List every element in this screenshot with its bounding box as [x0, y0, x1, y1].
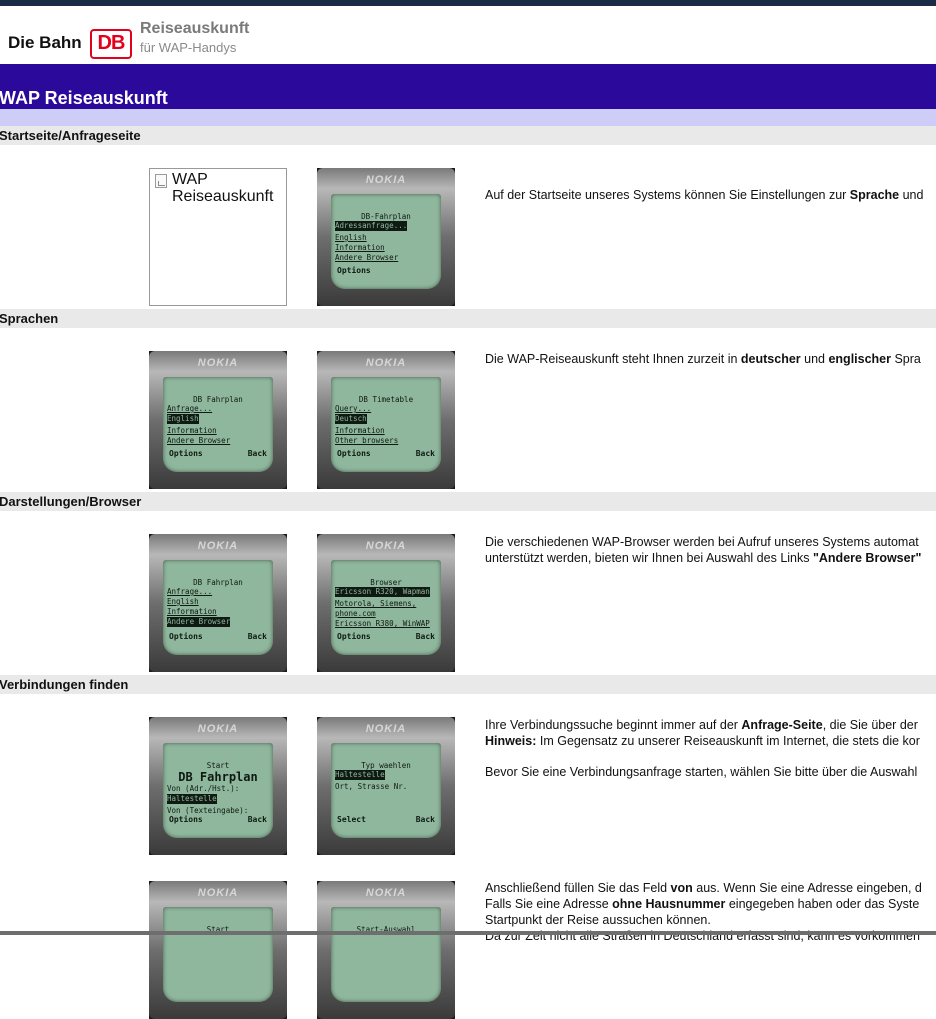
section-bar-languages: Sprachen	[0, 309, 936, 328]
phone-menu-item: Query...	[335, 404, 372, 413]
phone-screenshot-lang-en: NOKIA DB Timetable Query... Deutsch Info…	[317, 351, 455, 489]
phone-display: DB Fahrplan Anfrage... English Informati…	[163, 377, 273, 472]
phone-field-value: Haltestelle	[167, 794, 217, 804]
description-start: Auf der Startseite unseres Systems könne…	[485, 188, 924, 202]
phone-menu-item: Anfrage...	[167, 587, 213, 596]
phone-brand: NOKIA	[365, 174, 407, 186]
section-title-start: Startseite/Anfrageseite	[0, 128, 141, 143]
phone-display: Typ waehlen Haltestelle Ort, Strasse Nr.…	[331, 743, 441, 838]
section-bar-browsers: Darstellungen/Browser	[0, 492, 936, 511]
description-browsers: Die verschiedenen WAP-Browser werden bei…	[485, 535, 922, 565]
phone-menu-header: DB Fahrplan	[193, 578, 243, 587]
phone-screenshot-start: NOKIA DB-Fahrplan Adressanfrage... Engli…	[317, 168, 455, 306]
phone-screenshot-start-form: NOKIA Start DB Fahrplan Von (Adr./Hst.):…	[149, 717, 287, 855]
phone-screenshot-start-2: NOKIA Start	[149, 881, 287, 1019]
description-languages: Die WAP-Reiseauskunft steht Ihnen zurzei…	[485, 352, 921, 366]
softkey-left: Options	[169, 632, 203, 641]
phone-menu-item: Information	[167, 426, 217, 435]
phone-menu-header: Start	[206, 761, 230, 770]
phone-menu-item: Ericsson R320, Wapman	[335, 587, 430, 597]
phone-menu-item: Information	[335, 426, 385, 435]
softkey-left: Options	[337, 266, 371, 275]
phone-menu-item: Andere Browser	[335, 253, 399, 262]
phone-menu-item: Information	[167, 607, 217, 616]
broken-image-placeholder: WAP Reiseauskunft	[149, 168, 287, 306]
softkey-right: Back	[247, 449, 267, 458]
page-title: WAP Reiseauskunft	[0, 88, 168, 108]
phone-menu-item: phone.com	[335, 609, 376, 618]
phone-field-label: Von (Adr./Hst.):	[167, 784, 240, 793]
phone-brand: NOKIA	[365, 723, 407, 735]
softkey-left: Options	[169, 449, 203, 458]
softkey-right: Back	[415, 815, 435, 824]
phone-screenshot-browser-menu: NOKIA DB Fahrplan Anfrage... English Inf…	[149, 534, 287, 672]
phone-screenshot-browser-list: NOKIA Browser Ericsson R320, Wapman Moto…	[317, 534, 455, 672]
broken-image-icon	[155, 174, 167, 188]
phone-display: DB Fahrplan Anfrage... English Informati…	[163, 560, 273, 655]
phone-screenshot-type-select: NOKIA Typ waehlen Haltestelle Ort, Stras…	[317, 717, 455, 855]
phone-menu-item: Anfrage...	[167, 404, 213, 413]
service-title: Reiseauskunft	[140, 20, 250, 37]
db-logo-icon[interactable]: DB	[90, 29, 132, 59]
softkey-left: Options	[337, 632, 371, 641]
softkey-right: Back	[415, 632, 435, 641]
phone-menu-header: Typ waehlen	[361, 761, 411, 770]
phone-screenshot-lang-de: NOKIA DB Fahrplan Anfrage... English Inf…	[149, 351, 287, 489]
phone-menu-item: Ort, Strasse Nr.	[335, 782, 408, 791]
section-title-browsers: Darstellungen/Browser	[0, 494, 142, 509]
phone-menu-item: Ericsson R380, WinWAP	[335, 619, 430, 628]
section-title-connections: Verbindungen finden	[0, 677, 129, 692]
softkey-right: Back	[415, 449, 435, 458]
phone-menu-item: Adressanfrage...	[335, 221, 408, 231]
phone-menu-header: Browser	[370, 578, 402, 587]
andere-browser-link-reference: "Andere Browser"	[812, 551, 922, 565]
site-header: Die Bahn DB Reiseauskunft für WAP-Handys	[0, 6, 936, 64]
banner-strip	[0, 109, 936, 126]
phone-menu-item: Andere Browser	[167, 617, 231, 627]
window-bottom-edge	[0, 931, 936, 935]
phone-menu-item: Andere Browser	[167, 436, 231, 445]
phone-display: DB Timetable Query... Deutsch Informatio…	[331, 377, 441, 472]
phone-brand: NOKIA	[197, 357, 239, 369]
description-connections: Ihre Verbindungssuche beginnt immer auf …	[485, 718, 920, 779]
phone-brand: NOKIA	[197, 887, 239, 899]
phone-menu-header: DB Fahrplan	[193, 395, 243, 404]
page-banner: WAP Reiseauskunft	[0, 64, 936, 109]
phone-menu-item: Haltestelle	[335, 770, 385, 780]
section-bar-start: Startseite/Anfrageseite	[0, 126, 936, 145]
phone-menu-item: Information	[335, 243, 385, 252]
placeholder-alt-line1: WAP	[172, 171, 208, 188]
phone-brand: NOKIA	[365, 887, 407, 899]
phone-menu-header: DB-Fahrplan	[361, 212, 411, 221]
phone-menu-item: English	[167, 414, 199, 424]
softkey-right: Back	[247, 815, 267, 824]
section-bar-connections: Verbindungen finden	[0, 675, 936, 694]
phone-brand: NOKIA	[197, 723, 239, 735]
phone-display: Start-Auswahl	[331, 907, 441, 1002]
brand-name: Die Bahn	[8, 33, 82, 52]
phone-menu-item: Motorola, Siemens,	[335, 599, 417, 608]
phone-display: Start DB Fahrplan Von (Adr./Hst.): Halte…	[163, 743, 273, 838]
phone-display: DB-Fahrplan Adressanfrage... English Inf…	[331, 194, 441, 289]
phone-menu-item: Other browsers	[335, 436, 399, 445]
softkey-left: Options	[169, 815, 203, 824]
phone-display: Start	[163, 907, 273, 1002]
phone-screenshot-start-choice: NOKIA Start-Auswahl	[317, 881, 455, 1019]
phone-menu-item: English	[335, 233, 367, 242]
phone-brand: NOKIA	[197, 540, 239, 552]
softkey-right: Back	[247, 632, 267, 641]
softkey-left: Select	[337, 815, 366, 824]
phone-display: Browser Ericsson R320, Wapman Motorola, …	[331, 560, 441, 655]
placeholder-alt-line2: Reiseauskunft	[172, 188, 274, 205]
phone-display-title: DB Fahrplan	[178, 770, 258, 784]
phone-brand: NOKIA	[365, 357, 407, 369]
service-subtitle: für WAP-Handys	[140, 40, 237, 55]
section-title-languages: Sprachen	[0, 311, 59, 326]
softkey-left: Options	[337, 449, 371, 458]
phone-brand: NOKIA	[365, 540, 407, 552]
phone-menu-item: English	[167, 597, 199, 606]
phone-menu-item: Deutsch	[335, 414, 367, 424]
phone-menu-header: DB Timetable	[358, 395, 414, 404]
